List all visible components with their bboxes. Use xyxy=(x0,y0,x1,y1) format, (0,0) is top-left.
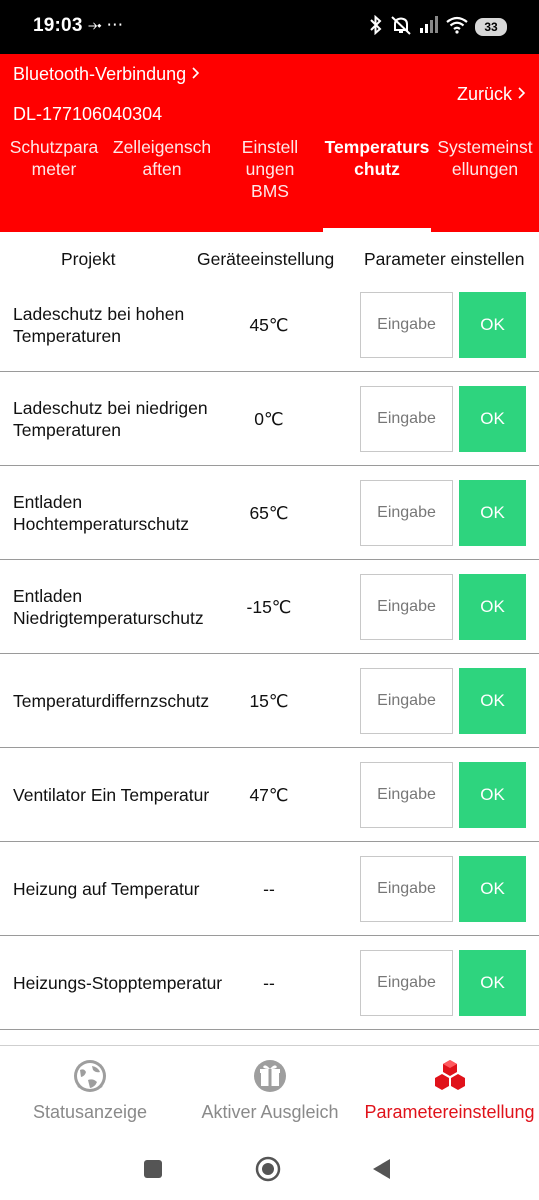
row-value: 47℃ xyxy=(249,784,289,805)
tab-systemeinstellungen[interactable]: Systemeinst ellungen xyxy=(432,136,538,180)
nav-label: Parametereinstellung xyxy=(364,1102,535,1122)
table-row: Temperaturdiffernzschutz 15℃ OK xyxy=(0,654,539,748)
tab-bar: Schutzpara meter Zelleigensch aften Eins… xyxy=(0,136,539,232)
parameter-input[interactable] xyxy=(360,480,453,546)
nav-label: Statusanzeige xyxy=(32,1102,148,1122)
row-label: Temperaturdiffernzschutz xyxy=(13,691,210,711)
wifi-icon xyxy=(446,16,468,39)
row-value: -15℃ xyxy=(246,596,292,617)
nav-parametereinstellung[interactable]: Parametereinstellung xyxy=(360,1046,539,1141)
mute-icon xyxy=(390,15,412,40)
ok-button[interactable]: OK xyxy=(459,856,526,922)
table-row: Ladeschutz bei niedrigen Temperaturen 0℃… xyxy=(0,372,539,466)
column-header-parameter: Parameter einstellen xyxy=(364,249,525,269)
bluetooth-icon xyxy=(369,14,383,40)
ok-button[interactable]: OK xyxy=(459,762,526,828)
row-label: Entladen Hochtemperaturschutz xyxy=(13,492,190,534)
clock: 19:03 xyxy=(33,15,83,36)
recents-icon[interactable] xyxy=(143,1159,163,1184)
table-row: Heizung auf Temperatur -- OK xyxy=(0,842,539,936)
ok-button[interactable]: OK xyxy=(459,292,526,358)
table-row: Ventilator Ein Temperatur 47℃ OK xyxy=(0,748,539,842)
nav-label: Aktiver Ausgleich xyxy=(201,1102,339,1122)
nav-statusanzeige[interactable]: Statusanzeige xyxy=(0,1046,180,1141)
ok-button[interactable]: OK xyxy=(459,386,526,452)
table-row: Entladen Niedrigtemperaturschutz -15℃ OK xyxy=(0,560,539,654)
ok-button[interactable]: OK xyxy=(459,950,526,1016)
parameter-table: Ladeschutz bei hohen Temperaturen 45℃ OK… xyxy=(0,278,539,1030)
notification-icons: ⤞ ⋯ xyxy=(88,15,124,34)
table-row: Heizungs-Stopptemperatur -- OK xyxy=(0,936,539,1030)
row-value: 45℃ xyxy=(249,314,289,335)
table-row: Entladen Hochtemperaturschutz 65℃ OK xyxy=(0,466,539,560)
ok-button[interactable]: OK xyxy=(459,574,526,640)
bottom-navigation: Statusanzeige Aktiver Ausgleich Paramete… xyxy=(0,1045,539,1140)
parameter-input[interactable] xyxy=(360,292,453,358)
home-icon[interactable] xyxy=(255,1156,281,1187)
globe-icon xyxy=(72,1058,108,1094)
row-value: 0℃ xyxy=(254,408,284,429)
ok-button[interactable]: OK xyxy=(459,480,526,546)
table-row: Ladeschutz bei hohen Temperaturen 45℃ OK xyxy=(0,278,539,372)
parameter-input[interactable] xyxy=(360,574,453,640)
row-label: Ladeschutz bei hohen Temperaturen xyxy=(13,304,185,346)
cubes-icon xyxy=(432,1058,468,1094)
back-triangle-icon[interactable] xyxy=(372,1158,392,1185)
gift-icon xyxy=(252,1058,288,1094)
row-label: Ladeschutz bei niedrigen Temperaturen xyxy=(13,398,208,440)
back-label: Zurück xyxy=(456,84,512,104)
row-value: 15℃ xyxy=(249,690,289,711)
parameter-input[interactable] xyxy=(360,856,453,922)
row-value: 65℃ xyxy=(249,502,289,523)
row-value: -- xyxy=(263,972,275,993)
tab-temperaturschutz[interactable]: Temperaturs chutz xyxy=(322,136,432,180)
column-header-projekt: Projekt xyxy=(61,249,116,269)
back-button[interactable]: Zurück xyxy=(457,84,527,105)
bluetooth-connection-link[interactable]: Bluetooth-Verbindung xyxy=(13,64,201,85)
device-id: DL-177106040304 xyxy=(13,104,163,124)
app-header: Bluetooth-Verbindung DL-177106040304 Zur… xyxy=(0,54,539,232)
column-header-geraeteeinstellung: Geräteeinstellung xyxy=(197,249,335,269)
system-navigation-bar xyxy=(0,1140,539,1200)
parameter-input[interactable] xyxy=(360,950,453,1016)
bluetooth-connection-label: Bluetooth-Verbindung xyxy=(13,64,187,84)
parameter-input[interactable] xyxy=(360,386,453,452)
chevron-right-icon xyxy=(191,64,201,84)
tab-schutzparameter[interactable]: Schutzpara meter xyxy=(2,136,106,180)
system-icons: 33 xyxy=(369,14,507,40)
chevron-right-icon xyxy=(517,84,527,104)
ok-button[interactable]: OK xyxy=(459,668,526,734)
row-label: Entladen Niedrigtemperaturschutz xyxy=(13,586,204,628)
row-value: -- xyxy=(263,878,275,899)
status-bar: 19:03 ⤞ ⋯ 33 xyxy=(0,0,539,54)
battery-icon: 33 xyxy=(475,18,507,36)
row-label: Heizungs-Stopptemperatur xyxy=(13,973,223,993)
row-label: Heizung auf Temperatur xyxy=(13,879,200,899)
tab-zelleigenschaften[interactable]: Zelleigensch aften xyxy=(106,136,218,180)
tab-einstellungen-bms[interactable]: Einstell ungen BMS xyxy=(234,136,306,202)
nav-aktiver-ausgleich[interactable]: Aktiver Ausgleich xyxy=(180,1046,360,1141)
cell-signal-icon xyxy=(419,15,439,39)
row-label: Ventilator Ein Temperatur xyxy=(13,785,210,805)
parameter-input[interactable] xyxy=(360,668,453,734)
parameter-input[interactable] xyxy=(360,762,453,828)
